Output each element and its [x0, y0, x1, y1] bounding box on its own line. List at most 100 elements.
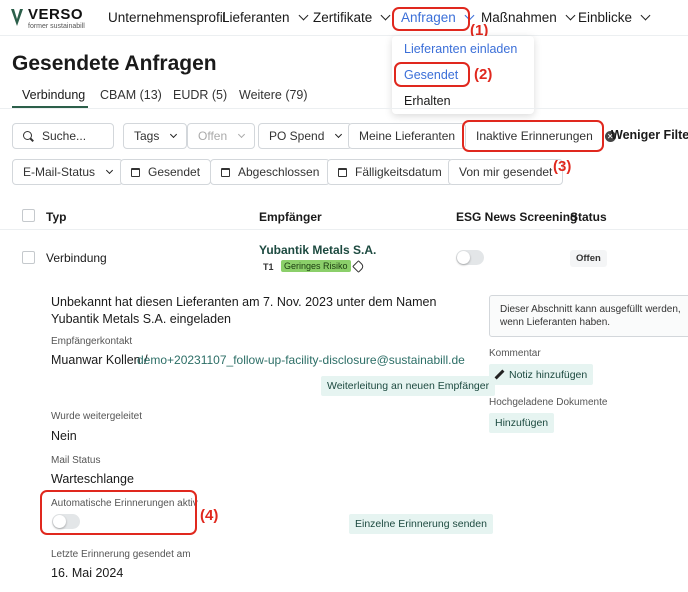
pencil-icon — [495, 370, 504, 379]
filter-abgeschlossen-date[interactable]: Abgeschlossen — [210, 159, 331, 185]
calendar-icon — [131, 167, 140, 177]
recipient-link[interactable]: Yubantik Metals S.A. — [259, 243, 376, 257]
filter-label: Von mir gesendet — [459, 165, 553, 179]
button-label: Weiterleitung an neuen Empfänger — [327, 380, 490, 392]
search-icon — [23, 130, 34, 142]
filter-tags[interactable]: Tags — [123, 123, 188, 149]
filter-po-spend[interactable]: PO Spend — [258, 123, 353, 149]
verso-logo-icon — [11, 9, 23, 26]
filter-offen[interactable]: Offen — [187, 123, 256, 149]
dropdown-item-lieferanten-einladen[interactable]: Lieferanten einladen — [404, 42, 517, 56]
forward-button[interactable]: Weiterleitung an neuen Empfänger — [321, 376, 496, 396]
chevron-down-icon — [170, 130, 178, 138]
filter-meine-lieferanten[interactable]: Meine Lieferanten — [348, 123, 467, 149]
chevron-down-icon — [565, 10, 576, 21]
calendar-icon — [221, 167, 230, 177]
nav-label: Unternehmensprofil — [108, 10, 226, 25]
logo-subtext: former sustainabill — [28, 23, 85, 30]
filter-von-mir-gesendet[interactable]: Von mir gesendet — [448, 159, 564, 185]
nav-zertifikate[interactable]: Zertifikate — [313, 10, 391, 25]
chevron-down-icon — [640, 10, 651, 21]
docs-label: Hochgeladene Dokumente — [489, 397, 608, 408]
nav-label: Lieferanten — [222, 10, 290, 25]
tag-icon[interactable] — [352, 260, 365, 273]
mail-status-value: Warteschlange — [51, 472, 134, 486]
nav-massnahmen[interactable]: Maßnahmen — [481, 10, 576, 25]
filter-gesendet-date[interactable]: Gesendet — [120, 159, 212, 185]
nav-einblicke[interactable]: Einblicke — [578, 10, 651, 25]
invite-info-text: Unbekannt hat diesen Lieferanten am 7. N… — [51, 295, 437, 326]
button-label: Hinzufügen — [495, 417, 549, 429]
filter-email-status[interactable]: E-Mail-Status — [12, 159, 124, 185]
filter-label: Meine Lieferanten — [359, 129, 456, 143]
tabs-divider — [0, 108, 688, 109]
mail-status-label: Mail Status — [51, 455, 101, 466]
esg-screening-toggle[interactable] — [456, 250, 484, 265]
forwarded-value: Nein — [51, 429, 77, 443]
table-row[interactable]: Verbindung Yubantik Metals S.A. T1 Gerin… — [0, 230, 688, 284]
annotation-label-4: (4) — [200, 507, 219, 524]
dropdown-item-erhalten[interactable]: Erhalten — [404, 94, 451, 108]
nav-label: Einblicke — [578, 10, 633, 25]
nav-label: Zertifikate — [313, 10, 373, 25]
verso-logo[interactable]: VERSO former sustainabill — [10, 6, 110, 32]
nav-unternehmensprofil[interactable]: Unternehmensprofil — [108, 10, 226, 25]
search-input[interactable]: Suche... — [12, 123, 114, 149]
column-header-typ[interactable]: Typ — [46, 210, 66, 224]
filter-label: Tags — [134, 129, 160, 143]
last-reminder-value: 16. Mai 2024 — [51, 566, 124, 580]
single-reminder-button[interactable]: Einzelne Erinnerung senden — [349, 514, 493, 534]
filter-label: Offen — [198, 129, 228, 143]
add-note-button[interactable]: Notiz hinzufügen — [489, 364, 594, 385]
add-document-button[interactable]: Hinzufügen — [489, 413, 555, 433]
contact-email-link[interactable]: demo+20231107_follow-up-facility-disclos… — [137, 353, 465, 367]
tab-weitere[interactable]: Weitere (79) — [239, 88, 308, 102]
select-all-checkbox[interactable] — [22, 209, 35, 222]
annotation-box-4 — [40, 490, 197, 535]
top-nav: VERSO former sustainabill Unternehmenspr… — [0, 0, 688, 36]
nav-lieferanten[interactable]: Lieferanten — [222, 10, 309, 25]
chevron-down-icon — [298, 10, 309, 21]
annotation-label-3: (3) — [553, 158, 572, 175]
less-filter-button[interactable]: Weniger Filter — [611, 128, 688, 142]
filter-label: E-Mail-Status — [23, 165, 96, 179]
chevron-down-icon — [380, 10, 391, 21]
filter-label: Abgeschlossen — [238, 165, 320, 179]
filter-label: PO Spend — [269, 129, 325, 143]
calendar-icon — [338, 167, 347, 177]
tab-verbindung[interactable]: Verbindung — [22, 88, 85, 102]
last-reminder-label: Letzte Erinnerung gesendet am — [51, 549, 191, 560]
row-typ: Verbindung — [46, 251, 107, 265]
info-box-text: Dieser Abschnitt kann ausgefüllt werden,… — [500, 304, 681, 328]
column-header-status[interactable]: Status — [570, 210, 607, 224]
annotation-label-2: (2) — [474, 66, 493, 83]
status-badge: Offen — [570, 250, 607, 267]
contact-label: Empfängerkontakt — [51, 336, 133, 347]
filter-label: Gesendet — [148, 165, 201, 179]
forwarded-label: Wurde weitergeleitet — [51, 411, 142, 422]
info-box: Dieser Abschnitt kann ausgefüllt werden,… — [489, 295, 688, 337]
button-label: Notiz hinzufügen — [509, 368, 588, 381]
page-title: Gesendete Anfragen — [12, 52, 217, 75]
comment-label: Kommentar — [489, 348, 541, 359]
search-placeholder: Suche... — [42, 129, 87, 143]
logo-text: VERSO — [28, 6, 84, 23]
risk-badge: Geringes Risiko — [281, 260, 351, 272]
table-header: Typ Empfänger ESG News Screening Status — [0, 202, 688, 230]
nav-label: Maßnahmen — [481, 10, 557, 25]
tab-cbam[interactable]: CBAM (13) — [100, 88, 162, 102]
column-header-empfaenger[interactable]: Empfänger — [259, 210, 322, 224]
button-label: Einzelne Erinnerung senden — [355, 518, 487, 530]
chevron-down-icon — [238, 130, 246, 138]
row-checkbox[interactable] — [22, 251, 35, 264]
filter-faelligkeitsdatum[interactable]: Fälligkeitsdatum — [327, 159, 453, 185]
annotation-box-2 — [394, 62, 470, 87]
tab-eudr[interactable]: EUDR (5) — [173, 88, 227, 102]
column-header-esg[interactable]: ESG News Screening — [456, 210, 577, 224]
annotation-box-1 — [392, 7, 470, 31]
annotation-box-3 — [462, 120, 604, 152]
chevron-down-icon — [335, 130, 343, 138]
filter-label: Fälligkeitsdatum — [355, 165, 442, 179]
contact-name: Muanwar Kollen / — [51, 353, 148, 367]
chevron-down-icon — [105, 166, 114, 174]
